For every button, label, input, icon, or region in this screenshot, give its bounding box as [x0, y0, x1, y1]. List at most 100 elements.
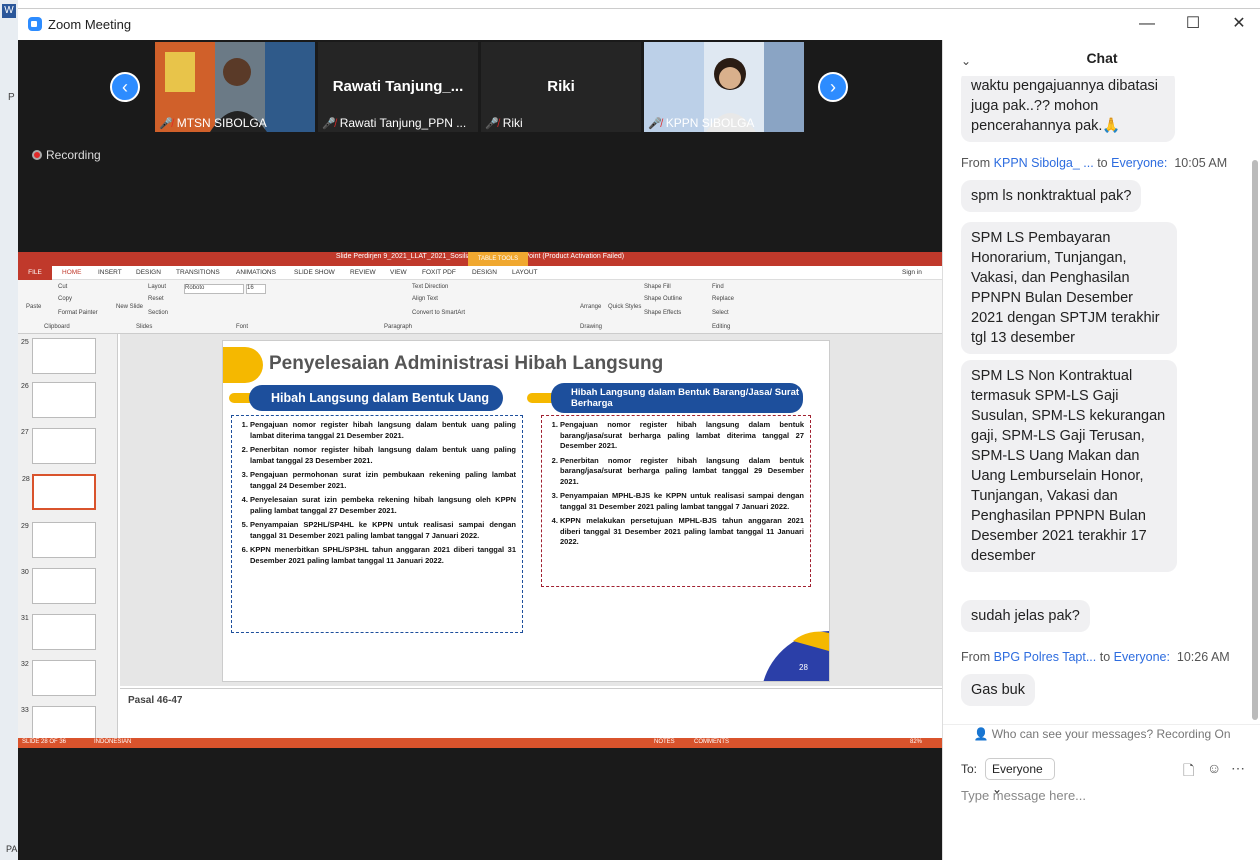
background-window-edge: W P PA [0, 0, 18, 860]
minimize-button[interactable]: — [1132, 13, 1162, 35]
list-item: Penerbitan nomor register hibah langsung… [560, 456, 810, 488]
recipient-select[interactable]: Everyone ⌄ [985, 758, 1055, 796]
tab-transitions[interactable]: TRANSITIONS [176, 269, 220, 276]
chat-scrollbar[interactable] [1252, 160, 1258, 720]
chat-title: Chat [1086, 50, 1118, 66]
notes-toggle[interactable]: NOTES [654, 739, 675, 745]
prev-page-button[interactable]: ‹ [110, 72, 140, 102]
maximize-button[interactable]: ☐ [1178, 13, 1208, 35]
chat-message: sudah jelas pak? [961, 600, 1090, 632]
participant-name: 🎤̸ KPPN SIBOLGA [648, 116, 755, 130]
slide-thumbnail[interactable]: 32 [21, 660, 96, 696]
select-button[interactable]: Select [712, 310, 729, 316]
ppt-titlebar: Slide Perdirjen 9_2021_LLAT_2021_Sosilia… [18, 252, 942, 266]
chat-sender-line: From BPG Polres Tapt... to Everyone: 10:… [961, 650, 1230, 664]
chat-messages: waktu pengajuannya dibatasi juga pak..??… [943, 76, 1249, 726]
background-label-bottom: PA [6, 844, 18, 854]
tab-table-design[interactable]: DESIGN [472, 269, 497, 276]
paragraph-group-label: Paragraph [384, 324, 413, 330]
slide-thumbnail[interactable]: 29 [21, 522, 96, 558]
to-label: To: [961, 762, 978, 776]
message-input[interactable]: Type message here... [961, 788, 1241, 803]
quick-styles-button[interactable]: Quick Styles [608, 304, 641, 310]
list-item: Penerbitan nomor register hibah langsung… [250, 445, 522, 466]
list-item: Pengajuan nomor register hibah langsung … [250, 420, 522, 441]
replace-button[interactable]: Replace [712, 296, 734, 302]
tab-animations[interactable]: ANIMATIONS [236, 269, 276, 276]
right-item-list: Pengajuan nomor register hibah langsung … [541, 415, 811, 587]
shape-fill-button[interactable]: Shape Fill [644, 284, 671, 290]
participant-strip: ‹ 🎤̸ MTSN SIBOLGA Rawati Tanjung_... 🎤̸ Ra… [18, 40, 942, 134]
comments-toggle[interactable]: COMMENTS [694, 739, 729, 745]
tab-table-layout[interactable]: LAYOUT [512, 269, 538, 276]
chat-message: SPM LS Pembayaran Honorarium, Tunjangan,… [961, 222, 1177, 354]
language: INDONESIAN [94, 739, 132, 745]
participant-tile[interactable]: Rawati Tanjung_... 🎤̸ Rawati Tanjung_PPN … [318, 42, 478, 132]
left-section-header: Hibah Langsung dalam Bentuk Uang [249, 385, 503, 411]
tab-foxit-pdf[interactable]: FOXIT PDF [422, 269, 456, 276]
tab-design[interactable]: DESIGN [136, 269, 161, 276]
participant-tile[interactable]: 🎤̸ MTSN SIBOLGA [155, 42, 315, 132]
slide-number: 28 [799, 663, 808, 672]
meeting-area: ‹ 🎤̸ MTSN SIBOLGA Rawati Tanjung_... 🎤̸ Ra… [18, 40, 942, 860]
current-slide: Penyelesaian Administrasi Hibah Langsung… [222, 340, 830, 682]
copy-button[interactable]: Copy [58, 296, 72, 302]
muted-mic-icon: 🎤̸ [159, 118, 173, 130]
text-direction-button[interactable]: Text Direction [412, 284, 448, 290]
list-item: Pengajuan nomor register hibah langsung … [560, 420, 810, 452]
zoom-level[interactable]: 82% [910, 739, 922, 745]
privacy-notice[interactable]: 👤 Who can see your messages? Recording O… [943, 724, 1260, 741]
slide-thumbnail[interactable]: 25 [21, 338, 96, 374]
cut-button[interactable]: Cut [58, 284, 67, 290]
shape-effects-button[interactable]: Shape Effects [644, 310, 681, 316]
tab-view[interactable]: VIEW [390, 269, 407, 276]
word-icon: W [2, 4, 16, 18]
slide-thumbnail[interactable]: 33 [21, 706, 96, 742]
ppt-ribbon-tabs: FILE HOME INSERT DESIGN TRANSITIONS ANIM… [18, 266, 942, 280]
format-painter-button[interactable]: Format Painter [58, 310, 98, 316]
emoji-icon[interactable]: ☺ [1207, 760, 1221, 776]
shape-outline-button[interactable]: Shape Outline [644, 296, 682, 302]
file-icon[interactable]: 🗋 [1183, 760, 1194, 784]
slide-thumbnail[interactable]: 26 [21, 382, 96, 418]
participant-tile[interactable]: Riki 🎤̸ Riki [481, 42, 641, 132]
participant-name: 🎤̸ Rawati Tanjung_PPN ... [322, 116, 467, 130]
reset-button[interactable]: Reset [148, 296, 164, 302]
tab-home[interactable]: HOME [62, 269, 82, 276]
background-label: P [8, 92, 15, 103]
tab-insert[interactable]: INSERT [98, 269, 122, 276]
font-size-select[interactable]: 16 [246, 284, 266, 294]
paste-button[interactable]: Paste [26, 304, 41, 310]
slide-thumbnail-selected[interactable]: 28 [22, 474, 96, 510]
new-slide-button[interactable]: New Slide [116, 304, 143, 310]
arrange-button[interactable]: Arrange [580, 304, 601, 310]
participant-display-name: Rawati Tanjung_... [332, 78, 464, 95]
slide-thumbnail[interactable]: 30 [21, 568, 96, 604]
participant-display-name: Riki [547, 78, 575, 95]
sign-in-link[interactable]: Sign in [902, 269, 922, 276]
tab-review[interactable]: REVIEW [350, 269, 376, 276]
slide-thumbnail[interactable]: 27 [21, 428, 96, 464]
font-name-select[interactable]: Roboto [184, 284, 244, 294]
title-bar: Zoom Meeting — ☐ ✕ [18, 8, 1260, 40]
convert-smartart-button[interactable]: Convert to SmartArt [412, 310, 465, 316]
section-button[interactable]: Section [148, 310, 168, 316]
tab-slide-show[interactable]: SLIDE SHOW [294, 269, 335, 276]
zoom-logo-icon [28, 17, 42, 31]
participant-tile[interactable]: 🎤̸ KPPN SIBOLGA [644, 42, 804, 132]
slide-thumbnail[interactable]: 31 [21, 614, 96, 650]
list-item: Penyampaian MPHL-BJS ke KPPN untuk reali… [560, 491, 810, 512]
table-tools-label: TABLE TOOLS [468, 252, 528, 266]
layout-button[interactable]: Layout [148, 284, 166, 290]
recording-indicator[interactable]: Recording [32, 148, 101, 162]
tab-file[interactable]: FILE [18, 266, 52, 280]
align-text-button[interactable]: Align Text [412, 296, 438, 302]
list-item: KPPN menerbitkan SPHL/SP3HL tahun anggar… [250, 545, 522, 566]
next-page-button[interactable]: › [818, 72, 848, 102]
font-group-label: Font [236, 324, 249, 330]
notes-pane[interactable]: Pasal 46-47 [120, 688, 942, 738]
close-button[interactable]: ✕ [1224, 13, 1254, 35]
more-icon[interactable]: ⋯ [1231, 760, 1245, 777]
find-button[interactable]: Find [712, 284, 724, 290]
slide-canvas: Penyelesaian Administrasi Hibah Langsung… [120, 334, 942, 686]
